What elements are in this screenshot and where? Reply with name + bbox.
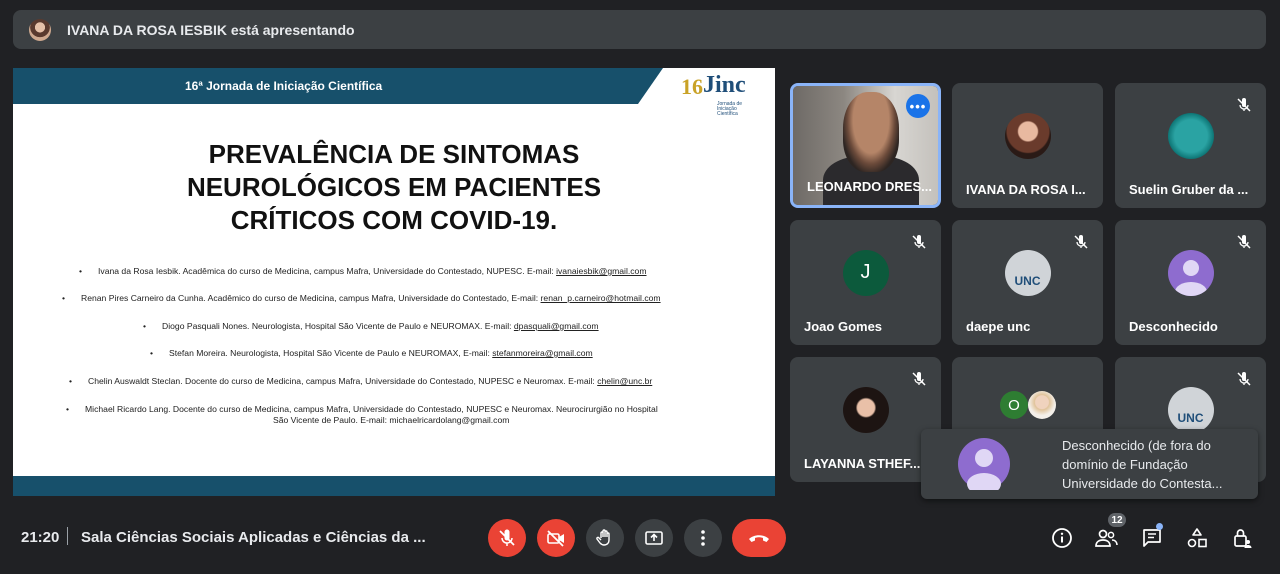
- participant-tile-joao[interactable]: J Joao Gomes: [790, 220, 941, 345]
- mic-off-icon: [912, 372, 926, 386]
- participant-name: Joao Gomes: [804, 319, 883, 334]
- mic-off-icon: [1237, 372, 1251, 386]
- participant-avatar: [842, 386, 889, 433]
- participant-avatar: J: [842, 249, 889, 296]
- participant-name: IVANA DA ROSA I...: [966, 182, 1086, 197]
- chat-unread-dot: [1156, 523, 1163, 530]
- unc-logo-avatar: UNC: [1004, 249, 1051, 296]
- anonymous-avatar: [1167, 249, 1214, 296]
- participant-tile-leonardo[interactable]: ••• LEONARDO DRES...: [790, 83, 941, 208]
- more-options-button[interactable]: [684, 519, 722, 557]
- chat-icon: [1143, 529, 1161, 547]
- participant-avatar: [1004, 112, 1051, 159]
- slide-title-line: NEUROLÓGICOS EM PACIENTES: [186, 172, 602, 202]
- presentation-slide[interactable]: 16ª Jornada de Iniciação Científica 16 J…: [13, 68, 775, 496]
- participant-avatar: [1028, 391, 1056, 419]
- mic-off-icon: [1237, 98, 1251, 112]
- people-count-badge: 12: [1108, 513, 1126, 527]
- info-icon: [1052, 528, 1072, 548]
- slide-title-line: CRÍTICOS COM COVID-19.: [230, 205, 558, 235]
- activities-button[interactable]: [1185, 526, 1209, 550]
- participant-name: daepe unc: [966, 319, 1031, 334]
- slide-conference-title: 16ª Jornada de Iniciação Científica: [185, 79, 383, 93]
- author-item: • Ivana da Rosa Iesbik. Acadêmica do curs…: [79, 266, 647, 276]
- host-controls-button[interactable]: [1230, 526, 1254, 550]
- mic-off-icon: [912, 235, 926, 249]
- author-item: • Diogo Pasquali Nones. Neurologista, Hos…: [143, 321, 599, 331]
- participant-tile-desconhecido[interactable]: Desconhecido: [1115, 220, 1266, 345]
- slide-header-band: [13, 68, 663, 104]
- leave-call-button[interactable]: [732, 519, 786, 557]
- presenter-bar: IVANA DA ROSA IESBIK está apresentando: [13, 10, 1266, 49]
- lock-person-icon: [1234, 529, 1252, 548]
- raise-hand-button[interactable]: [586, 519, 624, 557]
- presenter-avatar: [29, 18, 51, 41]
- activities-icon: [1187, 528, 1207, 548]
- author-item-continued: São Vicente de Paulo. E-mail: michaelric…: [273, 415, 510, 425]
- participant-tile-ivana[interactable]: IVANA DA ROSA I...: [952, 83, 1103, 208]
- meeting-title: Sala Ciências Sociais Aplicadas e Ciênci…: [81, 529, 426, 546]
- unc-logo-avatar: UNC: [1167, 386, 1214, 433]
- more-options-button[interactable]: •••: [906, 94, 930, 118]
- present-icon: [645, 531, 663, 545]
- participant-tile-daepe[interactable]: UNC daepe unc: [952, 220, 1103, 345]
- more-vert-icon: [701, 530, 705, 546]
- people-icon: [1095, 529, 1118, 547]
- participant-name: LAYANNA STHEF...: [804, 456, 921, 471]
- participant-letter-avatar: O: [1000, 391, 1028, 419]
- author-item: • Stefan Moreira. Neurologista, Hospital …: [150, 348, 593, 358]
- mic-off-icon: [1074, 235, 1088, 249]
- slide-title-line: PREVALÊNCIA DE SINTOMAS: [208, 139, 580, 169]
- people-button[interactable]: [1094, 526, 1118, 550]
- slide-footer: [13, 476, 775, 496]
- bottom-toolbar: 21:20 Sala Ciências Sociais Aplicadas e …: [0, 505, 1280, 574]
- logo-mark: Jinc: [703, 72, 746, 98]
- author-item: • Renan Pires Carneiro da Cunha. Acadêmic…: [62, 293, 661, 303]
- logo-number: 16: [681, 74, 703, 99]
- slide-header: 16ª Jornada de Iniciação Científica: [13, 68, 775, 104]
- clock: 21:20: [21, 529, 60, 546]
- slide-title: PREVALÊNCIA DE SINTOMAS NEUROLÓGICOS EM …: [13, 138, 775, 237]
- hand-icon: [596, 529, 610, 546]
- hang-up-icon: [749, 535, 769, 542]
- participant-avatar: [1167, 112, 1214, 159]
- notification-text: Desconhecido (de fora do domínio de Fund…: [1062, 438, 1223, 491]
- meeting-details-button[interactable]: [1050, 526, 1074, 550]
- mic-off-icon: [499, 529, 515, 546]
- participant-name: LEONARDO DRES...: [807, 179, 932, 194]
- participant-name: Suelin Gruber da ...: [1129, 182, 1249, 197]
- camera-off-icon: [547, 530, 564, 547]
- present-screen-button[interactable]: [635, 519, 673, 557]
- camera-toggle-button[interactable]: [537, 519, 575, 557]
- participant-tile-layanna[interactable]: LAYANNA STHEF...: [790, 357, 941, 482]
- divider: [67, 527, 68, 545]
- mic-off-icon: [1237, 235, 1251, 249]
- logo-subtitle: Jornada de Iniciação Científica: [717, 101, 743, 117]
- jinc-logo: 16 Jinc Jornada de Iniciação Científica: [681, 72, 761, 117]
- participant-tile-suelin[interactable]: Suelin Gruber da ...: [1115, 83, 1266, 208]
- anonymous-avatar: [958, 438, 1010, 495]
- presenter-label: IVANA DA ROSA IESBIK está apresentando: [67, 21, 355, 38]
- participant-name: Desconhecido: [1129, 319, 1218, 334]
- join-notification[interactable]: Desconhecido (de fora do domínio de Fund…: [921, 429, 1258, 499]
- author-item: • Michael Ricardo Lang. Docente do curso …: [66, 404, 658, 414]
- author-item: • Chelin Auswaldt Steclan. Docente do cur…: [69, 376, 653, 386]
- microphone-toggle-button[interactable]: [488, 519, 526, 557]
